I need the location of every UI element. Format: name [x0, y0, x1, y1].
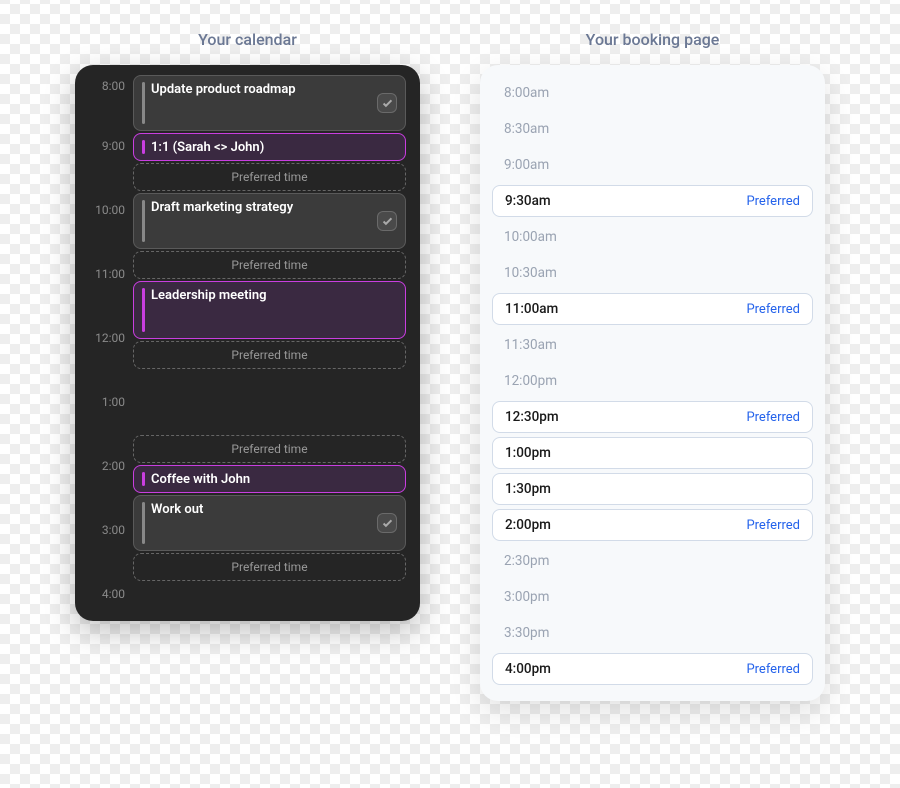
event-work-out[interactable]: Work out: [133, 495, 406, 551]
event-one-on-one[interactable]: 1:1 (Sarah <> John): [133, 133, 406, 161]
booking-slot: 12:00pm: [492, 365, 813, 397]
event-update-roadmap[interactable]: Update product roadmap: [133, 75, 406, 131]
time-axis: 8:00 9:00 10:00 11:00 12:00 1:00 2:00 3:…: [89, 75, 133, 607]
booking-slot: 8:00am: [492, 77, 813, 109]
checkmark-icon: [377, 513, 397, 533]
slot-time: 12:30pm: [505, 409, 559, 425]
slot-time: 9:00am: [504, 157, 549, 173]
booking-slot: 10:00am: [492, 221, 813, 253]
preferred-time-slot[interactable]: Preferred time: [133, 251, 406, 279]
preferred-tag: Preferred: [746, 662, 800, 677]
slot-time: 12:00pm: [504, 373, 557, 389]
booking-slot[interactable]: 1:00pm: [492, 437, 813, 469]
checkmark-icon: [377, 93, 397, 113]
hour-label: 10:00: [89, 203, 133, 267]
calendar-title: Your calendar: [75, 30, 420, 49]
booking-slot[interactable]: 12:30pm Preferred: [492, 401, 813, 433]
slot-time: 2:00pm: [505, 517, 551, 533]
hour-label: 4:00: [89, 587, 133, 607]
booking-slot[interactable]: 11:00am Preferred: [492, 293, 813, 325]
slot-time: 11:30am: [504, 337, 557, 353]
slot-time: 11:00am: [505, 301, 558, 317]
event-title: Coffee with John: [151, 472, 250, 487]
preferred-tag: Preferred: [746, 302, 800, 317]
event-draft-marketing[interactable]: Draft marketing strategy: [133, 193, 406, 249]
event-leadership-meeting[interactable]: Leadership meeting: [133, 281, 406, 339]
event-title: Leadership meeting: [151, 288, 267, 303]
preferred-time-slot[interactable]: Preferred time: [133, 163, 406, 191]
event-accent: [142, 140, 145, 154]
slot-time: 3:30pm: [504, 625, 549, 641]
event-title: 1:1 (Sarah <> John): [151, 140, 264, 155]
slot-time: 4:00pm: [505, 661, 551, 677]
hour-label: 2:00: [89, 459, 133, 523]
slot-time: 9:30am: [505, 193, 551, 209]
booking-slot: 3:00pm: [492, 581, 813, 613]
slot-time: 10:30am: [504, 265, 557, 281]
booking-slot[interactable]: 9:30am Preferred: [492, 185, 813, 217]
slot-time: 1:30pm: [505, 481, 551, 497]
preferred-time-slot[interactable]: Preferred time: [133, 341, 406, 369]
hour-label: 9:00: [89, 139, 133, 203]
slot-time: 1:00pm: [505, 445, 551, 461]
event-accent: [142, 472, 145, 486]
slot-time: 8:30am: [504, 121, 549, 137]
event-accent: [142, 82, 145, 124]
booking-slot: 8:30am: [492, 113, 813, 145]
event-accent: [142, 502, 145, 544]
slot-time: 8:00am: [504, 85, 549, 101]
preferred-tag: Preferred: [746, 194, 800, 209]
booking-panel: 8:00am 8:30am 9:00am 9:30am Preferred 10:00am…: [480, 65, 825, 701]
slot-time: 2:30pm: [504, 553, 549, 569]
preferred-tag: Preferred: [746, 410, 800, 425]
slot-time: 3:00pm: [504, 589, 549, 605]
booking-title: Your booking page: [480, 30, 825, 49]
calendar-panel: 8:00 9:00 10:00 11:00 12:00 1:00 2:00 3:…: [75, 65, 420, 621]
hour-label: 11:00: [89, 267, 133, 331]
hour-label: 12:00: [89, 331, 133, 395]
event-title: Update product roadmap: [151, 82, 296, 97]
hour-label: 8:00: [89, 75, 133, 139]
booking-slot: 3:30pm: [492, 617, 813, 649]
hour-label: 3:00: [89, 523, 133, 587]
preferred-tag: Preferred: [746, 518, 800, 533]
booking-slot[interactable]: 4:00pm Preferred: [492, 653, 813, 685]
event-accent: [142, 200, 145, 242]
empty-slot: [133, 371, 406, 435]
booking-slot: 11:30am: [492, 329, 813, 361]
booking-slot: 9:00am: [492, 149, 813, 181]
event-accent: [142, 288, 145, 332]
hour-label: 1:00: [89, 395, 133, 459]
event-title: Work out: [151, 502, 203, 517]
event-coffee[interactable]: Coffee with John: [133, 465, 406, 493]
booking-slot: 2:30pm: [492, 545, 813, 577]
preferred-time-slot[interactable]: Preferred time: [133, 553, 406, 581]
events-area: Update product roadmap 1:1 (Sarah <> Joh…: [133, 75, 406, 607]
event-title: Draft marketing strategy: [151, 200, 293, 215]
checkmark-icon: [377, 211, 397, 231]
booking-slot[interactable]: 1:30pm: [492, 473, 813, 505]
booking-slot[interactable]: 2:00pm Preferred: [492, 509, 813, 541]
booking-slot: 10:30am: [492, 257, 813, 289]
preferred-time-slot[interactable]: Preferred time: [133, 435, 406, 463]
slot-time: 10:00am: [504, 229, 557, 245]
